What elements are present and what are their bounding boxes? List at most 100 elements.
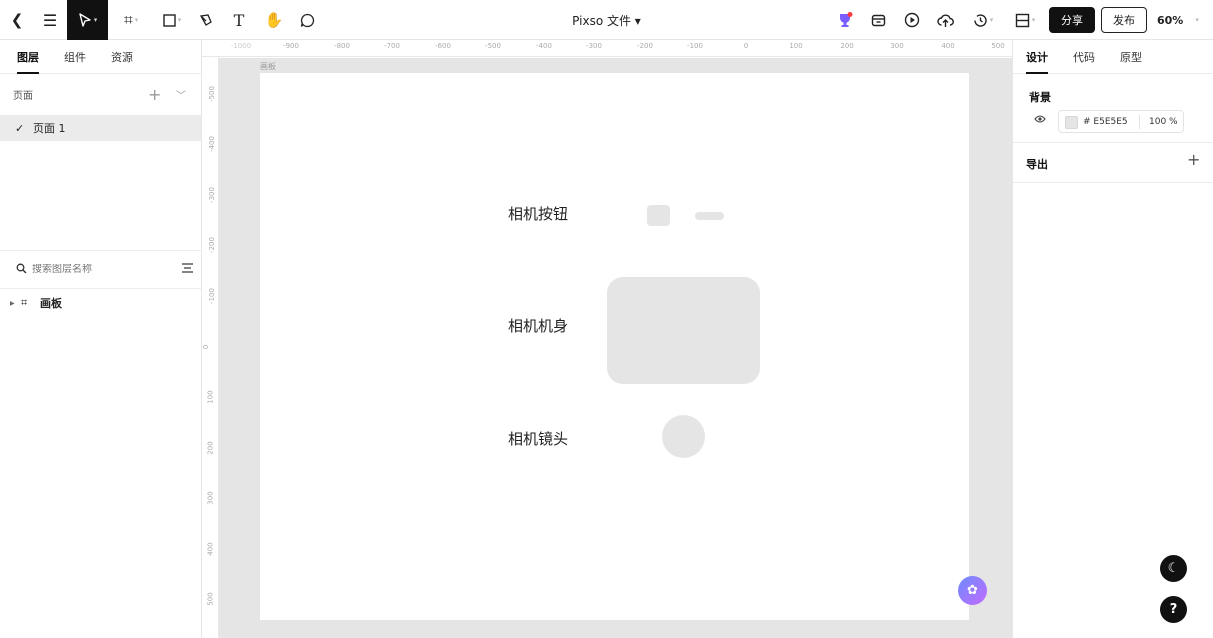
divider <box>1013 142 1213 143</box>
text-tool-icon[interactable]: T <box>228 0 250 40</box>
comment-tool-button[interactable] <box>296 0 318 40</box>
dark-mode-button[interactable]: ☾ <box>1160 555 1187 582</box>
pen-icon <box>199 14 212 26</box>
rectangle-icon <box>163 13 176 27</box>
pages-header: 页面 + ﹀ <box>0 74 201 114</box>
move-tool-button[interactable]: ▾ <box>67 0 108 40</box>
ruler-tick: 200 <box>206 441 215 455</box>
left-tabs: 图层 组件 资源 <box>0 40 201 74</box>
eye-icon[interactable] <box>1034 114 1046 127</box>
search-input[interactable] <box>32 264 162 275</box>
frame-icon: ⌗ <box>21 296 28 309</box>
chevron-down-icon: ▾ <box>989 16 994 24</box>
menu-icon[interactable]: ☰ <box>38 0 62 40</box>
layer-item[interactable]: ▶ ⌗ 画板 <box>0 292 201 314</box>
background-hex[interactable]: # E5E5E5 <box>1083 117 1128 127</box>
ruler-tick: -400 <box>207 136 216 152</box>
horizontal-ruler: -1000 -900 -800 -700 -600 -500 -400 -300… <box>202 40 1012 57</box>
back-icon[interactable]: ❮ <box>6 0 28 40</box>
ruler-tick: 500 <box>206 592 215 606</box>
ruler-tick: 400 <box>206 542 215 556</box>
frame-tool-button[interactable]: ⌗ ▾ <box>114 0 148 40</box>
background-opacity[interactable]: 100 % <box>1149 117 1178 127</box>
ruler-tick: -800 <box>334 42 350 50</box>
camera-button-label[interactable]: 相机按钮 <box>508 203 568 224</box>
layout-icon <box>1015 13 1029 27</box>
ruler-tick: 0 <box>202 344 211 350</box>
pointer-icon <box>79 13 91 27</box>
tab-layers[interactable]: 图层 <box>17 40 39 74</box>
camera-body-shape[interactable] <box>607 277 760 384</box>
ruler-tick: 100 <box>789 42 803 50</box>
layer-name: 画板 <box>40 297 62 310</box>
tab-components[interactable]: 组件 <box>64 40 86 74</box>
play-icon[interactable] <box>901 0 923 40</box>
camera-button-shape[interactable] <box>647 205 670 226</box>
ruler-tick: 0 <box>743 42 749 50</box>
camera-button-bar-shape[interactable] <box>695 212 724 220</box>
zoom-dropdown[interactable]: 60% ▾ <box>1157 0 1199 40</box>
page-item[interactable]: ✓ 页面 1 <box>0 115 201 141</box>
moon-icon: ☾ <box>1167 561 1180 576</box>
pen-tool-button[interactable] <box>194 0 218 40</box>
ruler-tick: 500 <box>991 42 1005 50</box>
camera-lens-label[interactable]: 相机镜头 <box>508 428 568 449</box>
comment-icon <box>300 13 314 27</box>
shape-tool-button[interactable]: ▾ <box>155 0 189 40</box>
share-button[interactable]: 分享 <box>1049 7 1095 33</box>
chevron-down-icon: ▾ <box>134 16 139 24</box>
frame-label[interactable]: 画板 <box>260 61 276 72</box>
hand-tool-icon[interactable]: ✋ <box>262 0 286 40</box>
artboard-frame[interactable]: 相机按钮 相机机身 相机镜头 <box>260 73 969 620</box>
ruler-tick: -1000 <box>230 42 252 50</box>
ruler-tick: -900 <box>283 42 299 50</box>
trophy-icon[interactable] <box>834 0 856 40</box>
ruler-tick: 200 <box>840 42 854 50</box>
history-icon <box>974 13 987 27</box>
chevron-down-icon: ▾ <box>177 16 182 24</box>
divider <box>1013 182 1213 183</box>
background-row: # E5E5E5 100 % <box>1013 110 1213 134</box>
right-tabs: 设计 代码 原型 <box>1013 40 1213 74</box>
ruler-tick: 300 <box>206 491 215 505</box>
camera-body-label[interactable]: 相机机身 <box>508 315 568 336</box>
ruler-tick: -200 <box>637 42 653 50</box>
expand-icon[interactable]: ▶ <box>10 300 15 307</box>
archive-icon[interactable] <box>867 0 889 40</box>
layer-search <box>0 250 201 289</box>
camera-lens-shape[interactable] <box>662 415 705 458</box>
ruler-tick: 300 <box>890 42 904 50</box>
background-color-field[interactable]: # E5E5E5 100 % <box>1058 110 1184 133</box>
ruler-tick: 100 <box>206 390 215 404</box>
file-name-dropdown[interactable]: Pixso 文件 ▾ <box>572 12 641 29</box>
frame-icon: ⌗ <box>123 10 133 29</box>
add-export-icon[interactable]: + <box>1187 150 1200 169</box>
tab-prototype[interactable]: 原型 <box>1120 40 1142 74</box>
ruler-tick: -200 <box>207 237 216 253</box>
cloud-upload-icon[interactable] <box>934 0 956 40</box>
history-button[interactable]: ▾ <box>968 0 998 40</box>
layout-button[interactable]: ▾ <box>1010 0 1040 40</box>
ruler-tick: -500 <box>485 42 501 50</box>
tab-code[interactable]: 代码 <box>1073 40 1095 74</box>
color-swatch[interactable] <box>1065 116 1078 129</box>
tab-assets[interactable]: 资源 <box>111 40 133 74</box>
pages-label: 页面 <box>13 90 33 102</box>
ruler-tick: -100 <box>207 288 216 304</box>
publish-button[interactable]: 发布 <box>1101 7 1147 33</box>
check-icon: ✓ <box>15 121 25 135</box>
ruler-tick: -100 <box>687 42 703 50</box>
tab-design[interactable]: 设计 <box>1026 40 1048 74</box>
zoom-level: 60% <box>1157 13 1184 27</box>
assistant-button[interactable]: ✿ <box>958 576 987 605</box>
collapse-pages-icon[interactable]: ﹀ <box>176 87 186 102</box>
help-button[interactable]: ? <box>1160 596 1187 623</box>
left-panel: 图层 组件 资源 页面 + ﹀ ✓ 页面 1 ▶ ⌗ 画板 <box>0 40 202 638</box>
vertical-ruler: -500 -400 -300 -200 -100 0 100 200 300 4… <box>202 57 219 638</box>
chevron-down-icon: ▾ <box>93 16 98 24</box>
search-icon <box>16 263 27 277</box>
add-page-icon[interactable]: + <box>148 85 161 104</box>
field-divider <box>1139 115 1140 129</box>
filter-icon[interactable] <box>182 263 193 276</box>
ruler-tick: -500 <box>207 86 216 102</box>
